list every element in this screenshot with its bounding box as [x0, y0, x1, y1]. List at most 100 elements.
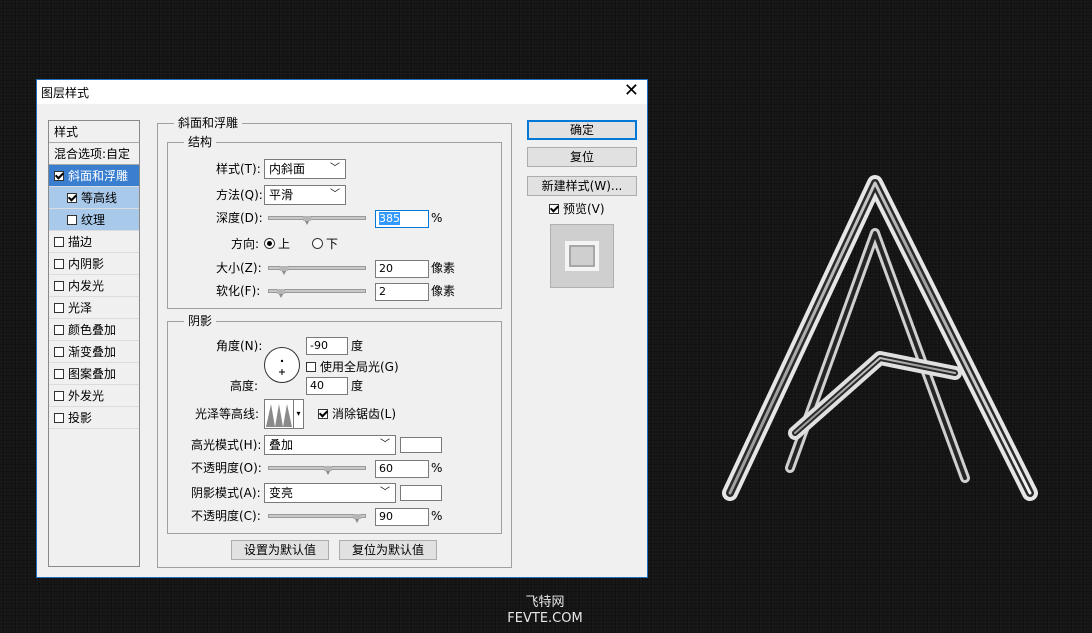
make-default-button[interactable]: 设置为默认值	[231, 540, 329, 560]
close-icon[interactable]: ✕	[624, 81, 639, 101]
direction-up-radio[interactable]	[264, 238, 275, 249]
shadow-mode-label: 阴影模式(A):	[191, 486, 261, 500]
size-unit: 像素	[431, 261, 456, 275]
style-item-color-overlay[interactable]: 颜色叠加	[49, 319, 139, 341]
styles-list: 样式 混合选项:自定 斜面和浮雕 等高线 纹理 描边 内阴影 内发光 光泽 颜色…	[48, 120, 140, 567]
depth-slider-thumb[interactable]	[302, 216, 312, 225]
direction-label: 方向:	[231, 237, 260, 251]
texture-checkbox[interactable]	[67, 214, 77, 225]
highlight-mode-select[interactable]: 叠加 ﹀	[264, 435, 396, 455]
gloss-contour-picker[interactable]	[264, 399, 294, 429]
depth-unit: %	[431, 211, 443, 225]
soften-slider-thumb[interactable]	[276, 289, 286, 298]
preview-checkbox[interactable]	[549, 203, 559, 214]
soften-input[interactable]: 2	[375, 283, 429, 301]
depth-slider[interactable]	[268, 216, 366, 225]
angle-unit: 度	[351, 339, 364, 353]
depth-label: 深度(D):	[216, 211, 263, 225]
bevel-emboss-title: 斜面和浮雕	[174, 116, 243, 130]
direction-down-radio[interactable]	[312, 238, 323, 249]
reset-default-button[interactable]: 复位为默认值	[339, 540, 437, 560]
styles-header[interactable]: 样式	[49, 121, 139, 143]
altitude-input[interactable]: 40	[306, 377, 348, 395]
style-item-label: 斜面和浮雕	[68, 169, 129, 183]
outer-glow-checkbox[interactable]	[54, 390, 64, 401]
highlight-color-swatch[interactable]	[400, 437, 442, 453]
inner-shadow-checkbox[interactable]	[54, 258, 64, 269]
shadow-opacity-unit: %	[431, 509, 443, 523]
style-item-label: 外发光	[68, 389, 105, 403]
shadow-color-swatch[interactable]	[400, 485, 442, 501]
shadow-mode-value: 变亮	[269, 486, 294, 500]
highlight-opacity-slider[interactable]	[268, 466, 366, 475]
reset-button[interactable]: 复位	[527, 147, 637, 167]
new-style-button[interactable]: 新建样式(W)...	[527, 176, 637, 196]
style-item-texture[interactable]: 纹理	[49, 209, 139, 231]
drop-shadow-checkbox[interactable]	[54, 412, 64, 423]
style-item-satin[interactable]: 光泽	[49, 297, 139, 319]
chevron-down-icon: ﹀	[380, 439, 390, 450]
altitude-label: 高度:	[230, 379, 259, 393]
color-overlay-checkbox[interactable]	[54, 324, 64, 335]
direction-up-label: 上	[278, 237, 291, 251]
shading-title: 阴影	[184, 314, 217, 328]
inner-glow-checkbox[interactable]	[54, 280, 64, 291]
style-item-outer-glow[interactable]: 外发光	[49, 385, 139, 407]
size-slider-thumb[interactable]	[279, 266, 289, 275]
style-item-inner-shadow[interactable]: 内阴影	[49, 253, 139, 275]
bevel-emboss-group: 斜面和浮雕 结构 样式(T): 内斜面 ﹀ 方法(Q): 平滑 ﹀ 深度(D): 3…	[157, 116, 512, 568]
anti-alias-checkbox[interactable]	[318, 408, 328, 419]
style-item-drop-shadow[interactable]: 投影	[49, 407, 139, 429]
global-light-option[interactable]: 使用全局光(G)	[306, 359, 399, 375]
global-light-checkbox[interactable]	[306, 361, 316, 372]
preview-label: 预览(V)	[563, 202, 605, 216]
angle-dial[interactable]	[264, 347, 300, 383]
contour-curve-icon	[266, 404, 292, 427]
shadow-opacity-slider[interactable]	[268, 514, 366, 523]
style-item-label: 内阴影	[68, 257, 105, 271]
style-item-contour[interactable]: 等高线	[49, 187, 139, 209]
structure-title: 结构	[184, 135, 217, 149]
style-select[interactable]: 内斜面 ﹀	[264, 159, 346, 179]
chevron-down-icon: ﹀	[380, 487, 390, 498]
highlight-opacity-unit: %	[431, 461, 443, 475]
angle-input[interactable]: -90	[306, 337, 348, 355]
soften-slider[interactable]	[268, 289, 366, 298]
satin-checkbox[interactable]	[54, 302, 64, 313]
style-item-label: 描边	[68, 235, 93, 249]
stroke-checkbox[interactable]	[54, 236, 64, 247]
dialog-title: 图层样式	[41, 86, 90, 100]
bevel-checkbox[interactable]	[54, 170, 64, 181]
shadow-opacity-thumb[interactable]	[352, 514, 362, 523]
size-slider[interactable]	[268, 266, 366, 275]
gloss-contour-label: 光泽等高线:	[195, 407, 260, 421]
style-item-pattern-overlay[interactable]: 图案叠加	[49, 363, 139, 385]
blend-options-item[interactable]: 混合选项:自定	[49, 143, 139, 165]
style-item-bevel[interactable]: 斜面和浮雕	[49, 165, 139, 187]
pattern-overlay-checkbox[interactable]	[54, 368, 64, 379]
ok-button[interactable]: 确定	[527, 120, 637, 140]
watermark-line2: FEVTE.COM	[507, 611, 583, 626]
anti-alias-option[interactable]: 消除锯齿(L)	[318, 406, 396, 422]
highlight-opacity-input[interactable]: 60	[375, 460, 429, 478]
style-item-gradient-overlay[interactable]: 渐变叠加	[49, 341, 139, 363]
style-item-stroke[interactable]: 描边	[49, 231, 139, 253]
structure-group: 结构 样式(T): 内斜面 ﹀ 方法(Q): 平滑 ﹀ 深度(D): 385 % 方…	[167, 135, 502, 309]
highlight-mode-label: 高光模式(H):	[191, 438, 262, 452]
highlight-opacity-thumb[interactable]	[323, 466, 333, 475]
shadow-opacity-label: 不透明度(C):	[191, 509, 261, 523]
gradient-overlay-checkbox[interactable]	[54, 346, 64, 357]
altitude-unit: 度	[351, 379, 364, 393]
size-input[interactable]: 20	[375, 260, 429, 278]
direction-down-option[interactable]: 下	[312, 236, 338, 252]
shadow-opacity-input[interactable]: 90	[375, 508, 429, 526]
depth-input[interactable]: 385	[375, 210, 429, 228]
contour-dropdown[interactable]: ▾	[294, 399, 304, 429]
direction-up-option[interactable]: 上	[264, 236, 290, 252]
technique-select[interactable]: 平滑 ﹀	[264, 185, 346, 205]
style-item-inner-glow[interactable]: 内发光	[49, 275, 139, 297]
contour-checkbox[interactable]	[67, 192, 77, 203]
preview-option[interactable]: 预览(V)	[549, 201, 605, 217]
shadow-mode-select[interactable]: 变亮 ﹀	[264, 483, 396, 503]
preview-swatch-icon	[565, 241, 599, 271]
